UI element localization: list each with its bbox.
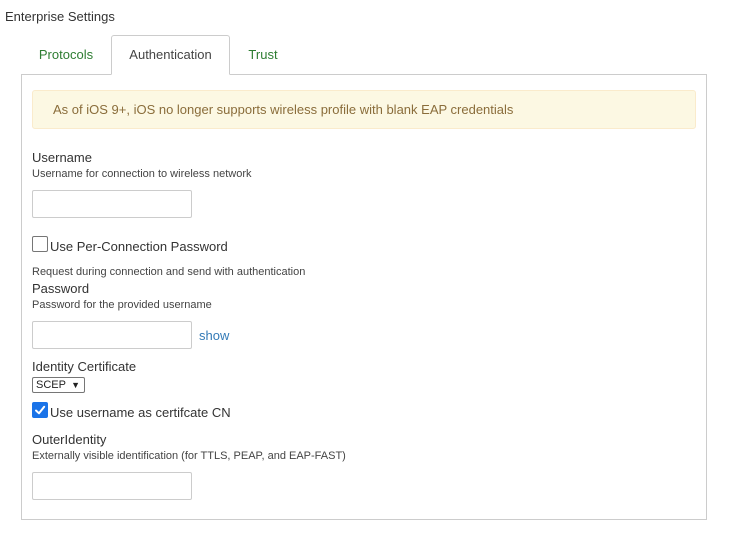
per-connection-password-checkbox[interactable] [32,236,48,252]
show-password-link[interactable]: show [199,328,229,343]
identity-certificate-value: SCEP [36,379,66,391]
tab-protocols[interactable]: Protocols [21,36,111,74]
identity-certificate-label: Identity Certificate [32,359,137,374]
per-connection-password-label[interactable]: Use Per-Connection Password [50,239,228,254]
use-username-cn-label[interactable]: Use username as certifcate CN [50,405,231,420]
outer-identity-label: OuterIdentity [32,432,107,447]
username-label: Username [32,150,92,165]
checkmark-icon [35,405,46,415]
tab-trust[interactable]: Trust [230,36,296,74]
identity-certificate-select[interactable]: SCEP ▼ [32,377,85,393]
use-username-cn-checkbox[interactable] [32,402,48,418]
password-input[interactable] [32,321,192,349]
section-title: Enterprise Settings [5,9,115,24]
password-label: Password [32,281,90,296]
username-input[interactable] [32,190,192,218]
username-help: Username for connection to wireless netw… [32,168,252,180]
chevron-down-icon: ▼ [71,380,80,390]
outer-identity-input[interactable] [32,472,192,500]
outer-identity-help: Externally visible identification (for T… [32,450,346,462]
ios-warning-alert: As of iOS 9+, iOS no longer supports wir… [32,90,696,129]
password-help: Password for the provided username [32,299,212,311]
per-connection-password-help: Request during connection and send with … [32,266,306,278]
tab-authentication[interactable]: Authentication [111,35,230,75]
